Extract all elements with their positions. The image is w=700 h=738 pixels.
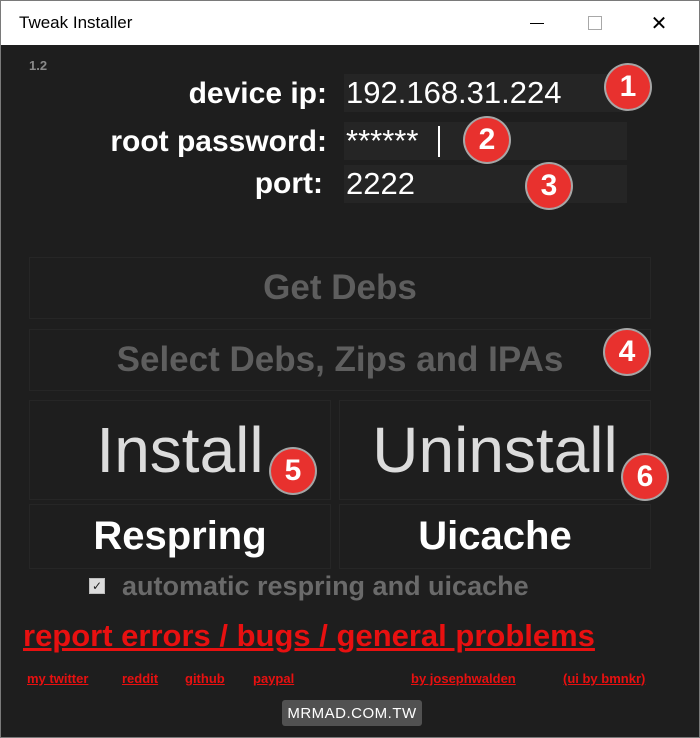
get-debs-button[interactable]: Get Debs [29,257,651,319]
step-marker-4: 4 [605,330,649,374]
step-marker-1: 1 [606,65,650,109]
report-problems-link[interactable]: report errors / bugs / general problems [23,618,595,654]
auto-respring-label: automatic respring and uicache [122,570,529,601]
step-marker-3: 3 [527,164,571,208]
port-label: port: [254,167,323,200]
title-bar[interactable]: Tweak Installer ✕ [1,1,699,45]
port-input[interactable]: 2222 [344,165,627,203]
device-ip-label: device ip: [188,77,327,110]
step-marker-5: 5 [271,449,315,493]
auto-respring-option[interactable]: ✓ automatic respring and uicache [89,571,529,601]
checkmark-icon: ✓ [91,579,103,593]
close-icon: ✕ [650,11,668,35]
root-password-label: root password: [110,125,327,158]
uicache-button[interactable]: Uicache [339,504,651,569]
uninstall-button[interactable]: Uninstall [339,400,651,500]
text-caret [438,126,440,157]
app-window: Tweak Installer ✕ 1.2 device ip: 192.168… [0,0,700,738]
client-area: 1.2 device ip: 192.168.31.224 root passw… [1,45,699,737]
select-debs-button[interactable]: Select Debs, Zips and IPAs [29,329,651,391]
close-button[interactable]: ✕ [633,1,685,45]
github-link[interactable]: github [185,671,225,686]
site-watermark: MRMAD.COM.TW [282,700,422,726]
device-ip-input[interactable]: 192.168.31.224 [344,74,627,112]
maximize-button[interactable] [569,1,621,45]
minimize-icon [530,22,544,24]
maximize-icon [588,16,602,30]
ui-credit-link[interactable]: (ui by bmnkr) [563,671,645,686]
my-twitter-link[interactable]: my twitter [27,671,88,686]
minimize-button[interactable] [511,1,563,45]
step-marker-2: 2 [465,118,509,162]
auto-respring-checkbox[interactable]: ✓ [89,578,105,594]
respring-button[interactable]: Respring [29,504,331,569]
window-title: Tweak Installer [19,13,133,32]
version-label: 1.2 [29,58,48,73]
paypal-link[interactable]: paypal [253,671,294,686]
step-marker-6: 6 [623,455,667,499]
reddit-link[interactable]: reddit [122,671,158,686]
author-link[interactable]: by josephwalden [411,671,516,686]
